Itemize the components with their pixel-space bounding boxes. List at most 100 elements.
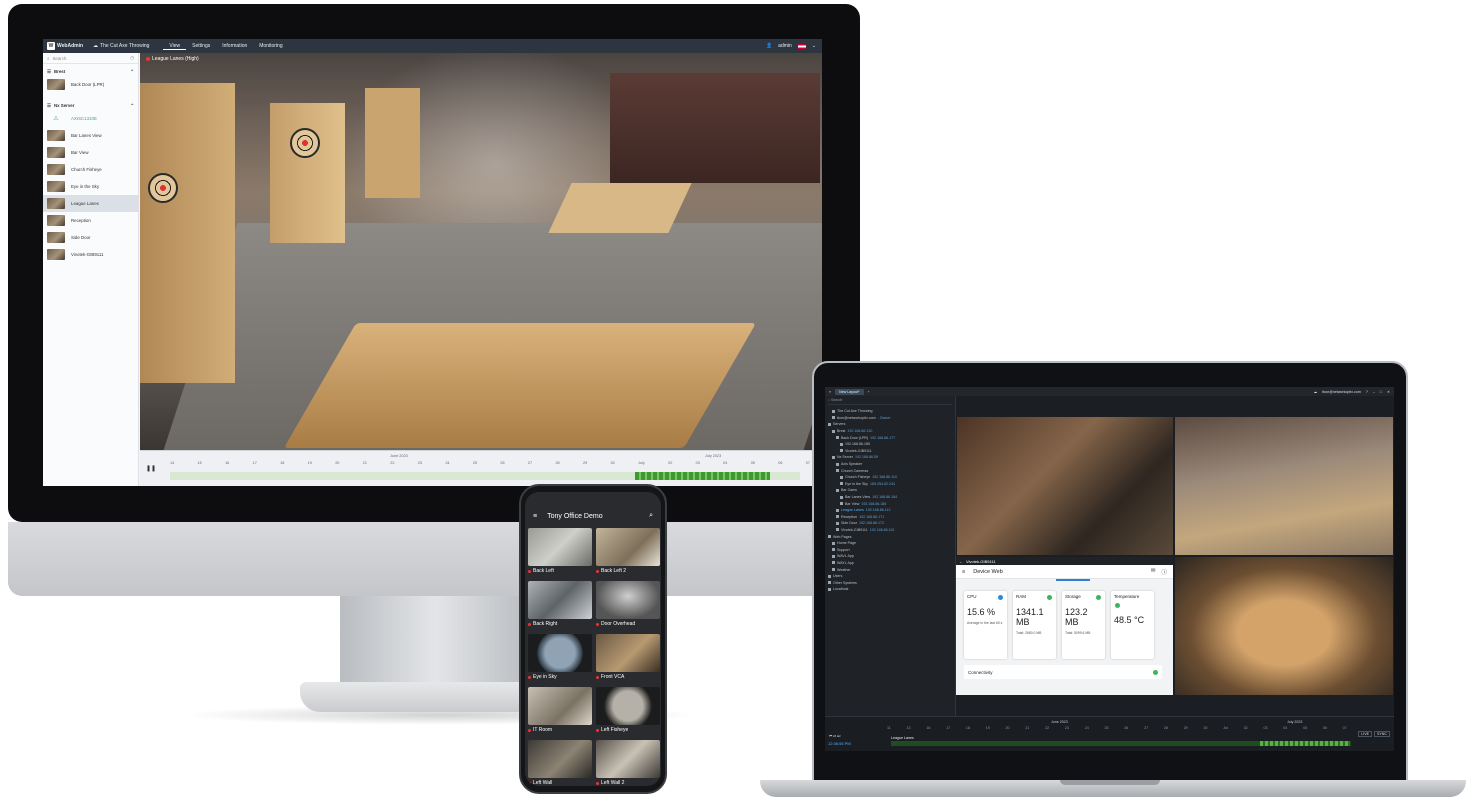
add-tab-icon[interactable]: + <box>868 390 870 394</box>
live-video-view[interactable]: League Lanes (High) <box>140 53 822 450</box>
user-menu[interactable]: 👤 admin ⌄ <box>766 43 822 49</box>
mobile-camera-tile[interactable]: Door Overhead <box>596 581 660 628</box>
mobile-camera-tile[interactable]: Left Fisheye <box>596 687 660 734</box>
mobile-camera-tile[interactable]: Front VCA <box>596 634 660 681</box>
tree-node-label: Web Pages <box>833 534 852 539</box>
menu-icon[interactable]: ≡ <box>962 569 965 575</box>
recording-dot-icon <box>528 569 531 573</box>
tree-node[interactable]: Vivotek-GIB9111 <box>828 448 952 455</box>
camera-tile-bar-lanes[interactable] <box>1175 417 1393 555</box>
camera-item[interactable]: Bar Lanes View <box>43 127 138 144</box>
tree-node[interactable]: Servers <box>828 421 952 428</box>
tree-node[interactable]: Nx Server 192.168.86.59 <box>828 454 952 461</box>
tree-node[interactable]: WAYL App <box>828 560 952 567</box>
server-group-nx[interactable]: ☰ Nx Server ⌃ <box>43 101 138 110</box>
account-area[interactable]: ☁ tbon@networkoptix.com ? – □ ✕ <box>1314 390 1394 394</box>
site-selector[interactable]: ☁ The Cut Axe Throwing <box>89 43 163 49</box>
close-icon[interactable]: ✕ <box>1387 390 1390 394</box>
camera-tile-bar-view[interactable] <box>957 417 1173 555</box>
storage-card: Storage 123.2 MB Total: 5099.6 MB <box>1062 591 1105 659</box>
camera-item[interactable]: Vivotek-GIB9111 <box>43 246 138 263</box>
tree-node[interactable]: Users <box>828 573 952 580</box>
tree-node[interactable]: Side Door 192.168.86.172 <box>828 520 952 527</box>
timeline-tick: 11 <box>887 726 891 730</box>
webadmin-logo[interactable]: W WebAdmin <box>43 42 89 50</box>
clock-icon[interactable]: ◷ <box>130 55 134 61</box>
camera-item[interactable]: Church Fisheye <box>43 161 138 178</box>
nav-monitoring[interactable]: Monitoring <box>253 43 288 49</box>
tree-node[interactable]: Axis Speaker <box>828 461 952 468</box>
tree-node[interactable]: Eye in the Sky 169.254.62.244 <box>828 481 952 488</box>
tree-node[interactable]: Reception 192.168.86.171 <box>828 514 952 521</box>
tree-node[interactable]: WAVL App <box>828 553 952 560</box>
search-input[interactable]: ⌕ Search ◷ <box>43 53 138 64</box>
tree-node[interactable]: Weather <box>828 566 952 573</box>
tree-node[interactable]: Back Door (LPR) 192.168.86.177 <box>828 434 952 441</box>
resource-icon <box>832 554 835 558</box>
search-icon[interactable]: ⌕ <box>649 512 653 520</box>
tree-node[interactable]: Church Fisheye 192.168.86.110 <box>828 474 952 481</box>
playback-controls-icon[interactable]: ⏮ ⏯ ⏭ <box>829 734 840 738</box>
laptop-notch <box>1060 780 1160 785</box>
server-group-brest[interactable]: ☰ Brest ⌃ <box>43 67 138 76</box>
camera-item[interactable]: Back Door (LPR) <box>43 76 138 93</box>
connectivity-row[interactable]: Connectivity <box>964 665 1162 679</box>
nav-view[interactable]: View <box>163 43 187 50</box>
timeline-recording-chunks <box>635 472 770 480</box>
minimize-icon[interactable]: – <box>1373 390 1375 394</box>
maximize-icon[interactable]: □ <box>1380 390 1382 394</box>
menu-icon[interactable]: ≡ <box>533 513 537 520</box>
mail-icon[interactable]: ✉ <box>1151 568 1156 576</box>
desktop-timeline[interactable]: June 2023 July 2023 11 13 16 17 18 19 20 21 22 23… <box>825 716 1394 751</box>
back-arrow-icon[interactable]: ← <box>959 559 963 564</box>
tree-node[interactable]: Bar Lanes View 192.168.86.184 <box>828 494 952 501</box>
camera-label: Back Left <box>533 568 554 574</box>
tree-node[interactable]: Home Page <box>828 540 952 547</box>
sync-button[interactable]: SYNC <box>1374 731 1390 737</box>
camera-item[interactable]: Eye in the Sky <box>43 178 138 195</box>
tree-node[interactable]: Church Cameras <box>828 467 952 474</box>
status-dot-icon <box>998 595 1003 600</box>
tree-node[interactable]: The Cut Axe Throwing <box>828 408 952 415</box>
nav-information[interactable]: Information <box>216 43 253 49</box>
tree-node[interactable]: Support <box>828 546 952 553</box>
camera-item-active[interactable]: League Lanes <box>43 195 138 212</box>
help-icon[interactable]: ? <box>1366 390 1368 394</box>
timeline-time: 12:36:55 PM <box>828 741 851 746</box>
mobile-camera-tile[interactable]: Back Left <box>528 528 592 575</box>
tree-node[interactable]: Brest 192.168.86.130 <box>828 428 952 435</box>
live-button[interactable]: LIVE <box>1358 731 1372 737</box>
info-icon[interactable]: ⓘ <box>1161 568 1167 576</box>
mobile-camera-tile[interactable]: Back Left 2 <box>596 528 660 575</box>
tree-node[interactable]: Localhost <box>828 586 952 593</box>
tree-node[interactable]: League Lanes 192.168.86.112 <box>828 507 952 514</box>
tree-node[interactable]: Bar View 192.168.86.186 <box>828 500 952 507</box>
tree-node[interactable]: 192.168.86.185 <box>828 441 952 448</box>
mobile-camera-tile[interactable]: Back Right <box>528 581 592 628</box>
mobile-camera-tile[interactable]: Left Wall <box>528 740 592 786</box>
tree-node[interactable]: Web Pages <box>828 533 952 540</box>
tree-search-input[interactable]: ⌕ Search <box>828 398 952 405</box>
tree-node[interactable]: tbon@networkoptix.com - Owner <box>828 415 952 422</box>
mobile-camera-tile[interactable]: Eye in Sky <box>528 634 592 681</box>
camera-thumbnail <box>528 740 592 778</box>
camera-item[interactable]: Bar View <box>43 144 138 161</box>
pause-icon[interactable]: ❚❚ <box>146 465 156 472</box>
tree-node[interactable]: Bar Cams <box>828 487 952 494</box>
camera-item[interactable]: ⚠ AXISC1310E <box>43 110 138 127</box>
webadmin-timeline[interactable]: ❚❚ June 2023 July 2023 14 15 16 17 18 19 20 21 2… <box>140 450 822 486</box>
camera-tile-league-lanes[interactable] <box>1175 557 1393 695</box>
nav-settings[interactable]: Settings <box>186 43 216 49</box>
tree-node-ip: 192.168.86.130 <box>847 429 873 434</box>
mobile-camera-tile[interactable]: IT Room <box>528 687 592 734</box>
language-flag-icon[interactable] <box>797 43 806 49</box>
menu-icon[interactable]: ≡ <box>829 390 831 394</box>
tree-node[interactable]: Other Systems <box>828 579 952 586</box>
mobile-camera-tile[interactable]: Left Wall 2 <box>596 740 660 786</box>
camera-label-row: Back Left <box>528 568 592 574</box>
tab-layout[interactable]: New Layout* <box>835 388 864 395</box>
tree-node[interactable]: Vivotek-GIB9111 192.168.86.119 <box>828 527 952 534</box>
camera-item[interactable]: Side Door <box>43 229 138 246</box>
timeline-tick: 06 <box>1322 726 1327 730</box>
camera-item[interactable]: Reception <box>43 212 138 229</box>
